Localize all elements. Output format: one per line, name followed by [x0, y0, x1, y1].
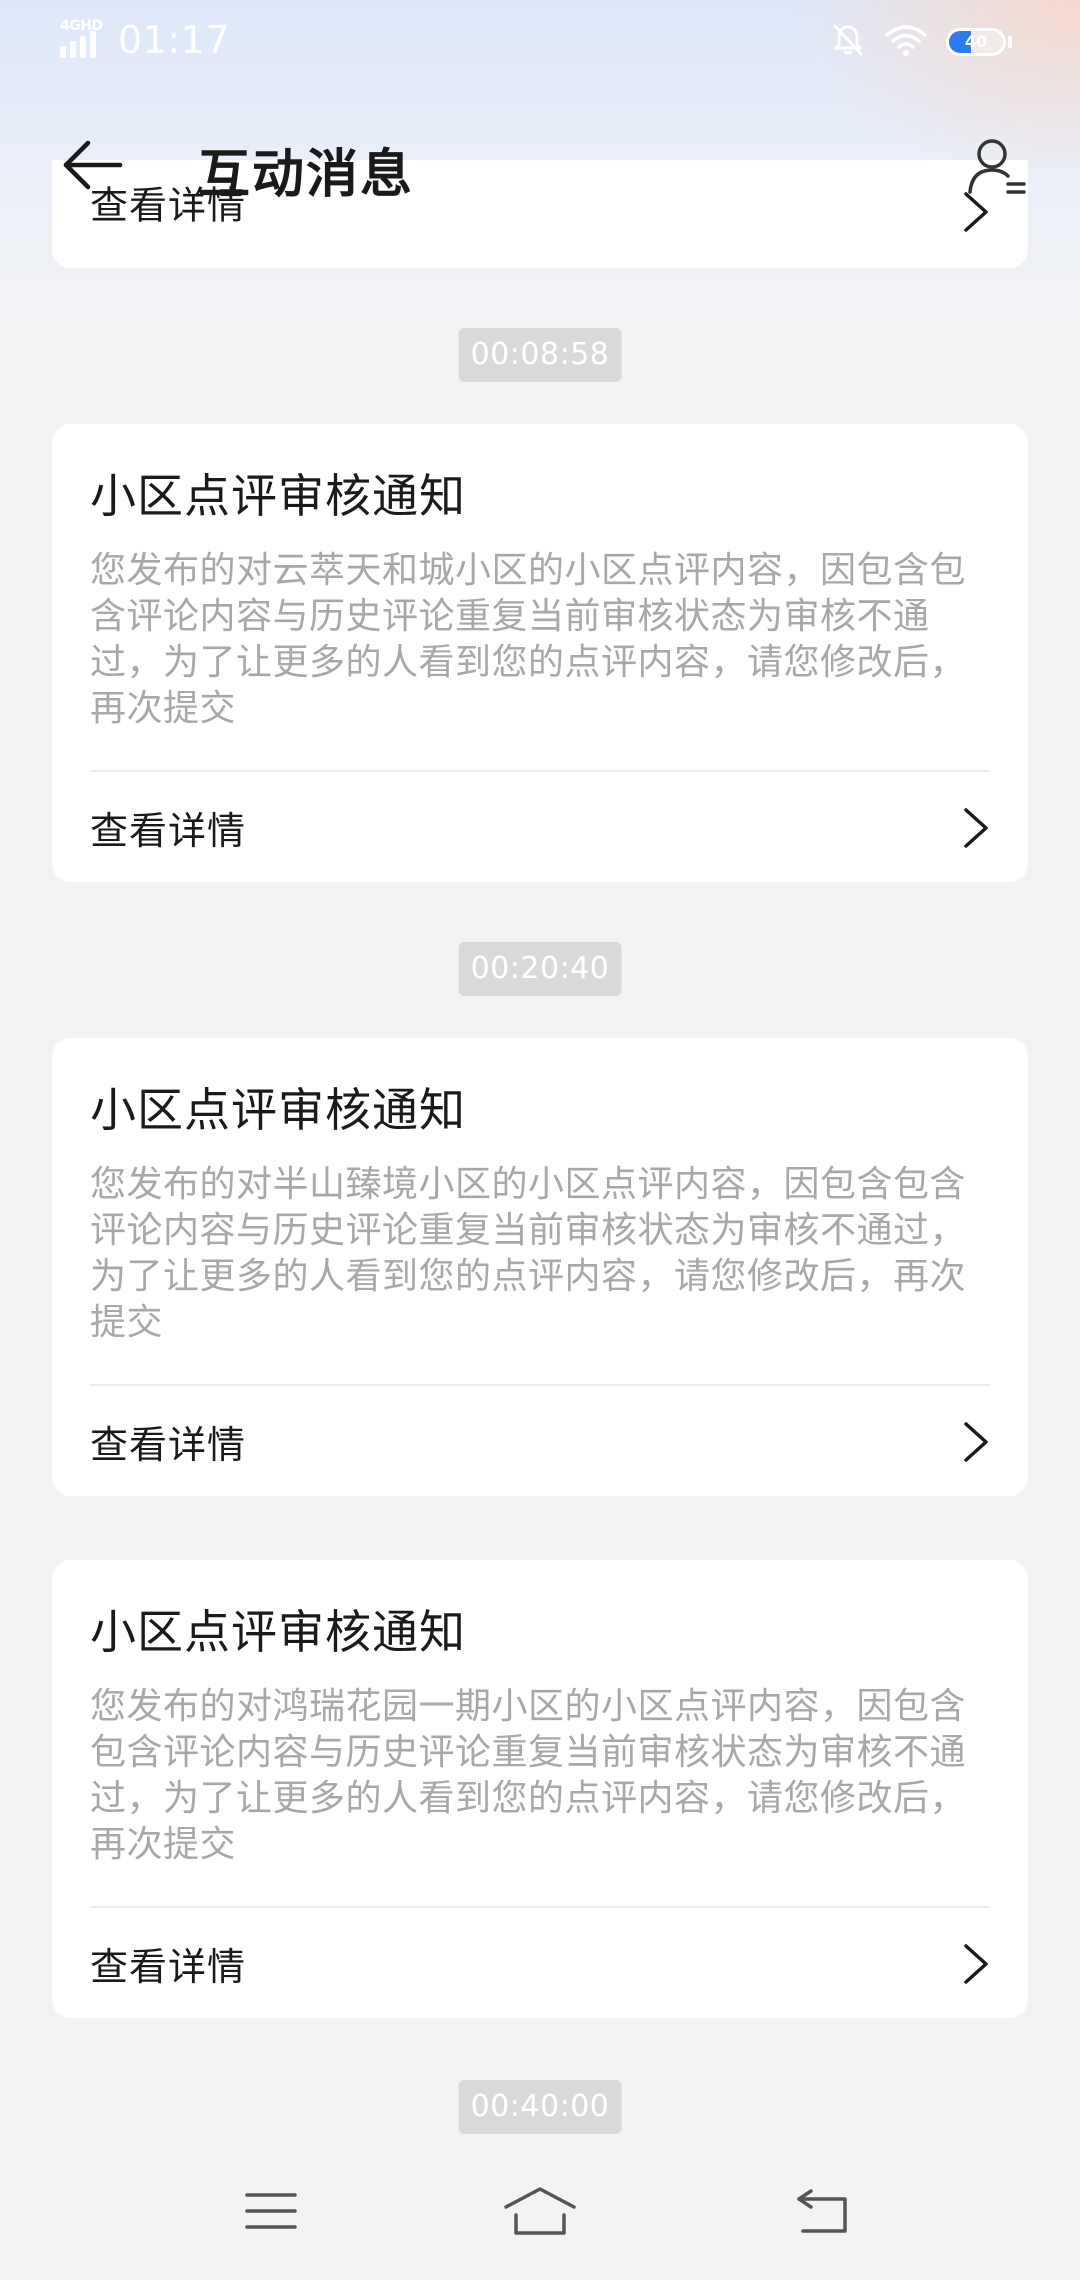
card-title: 小区点评审核通知 — [90, 1605, 466, 1659]
card-body: 您发布的对鸿瑞花园一期小区的小区点评内容，因包含包含评论内容与历史评论重复当前审… — [90, 1686, 967, 1865]
mute-bell-icon — [830, 22, 866, 62]
status-time: 01:17 — [118, 18, 231, 62]
page-title: 互动消息 — [198, 145, 415, 205]
view-details-label: 查看详情 — [90, 1423, 247, 1467]
profile-button[interactable] — [956, 126, 1036, 206]
view-details-button[interactable]: 查看详情 — [52, 1386, 1028, 1496]
system-nav-bar — [0, 2140, 1080, 2280]
home-icon — [504, 2187, 576, 2235]
battery-tip — [1008, 36, 1012, 48]
battery-icon: 40 — [946, 28, 1006, 56]
chevron-right-icon — [964, 808, 988, 848]
battery-level: 40 — [964, 32, 988, 51]
back-icon — [797, 2189, 847, 2233]
signal-icon: 4GHD — [60, 18, 108, 58]
wifi-icon — [884, 23, 928, 61]
system-back-button[interactable] — [768, 2176, 878, 2246]
status-bar: 4GHD 01:17 40 — [0, 0, 1080, 84]
back-button[interactable] — [52, 130, 132, 200]
view-details-label: 查看详情 — [90, 1945, 247, 1989]
message-card: 小区点评审核通知 您发布的对云萃天和城小区的小区点评内容，因包含包含评论内容与历… — [52, 424, 1028, 882]
timestamp-chip: 00:20:40 — [458, 942, 622, 996]
arrow-left-icon — [63, 140, 123, 190]
user-list-icon — [968, 139, 1026, 194]
card-body: 您发布的对半山臻境小区的小区点评内容，因包含包含评论内容与历史评论重复当前审核状… — [90, 1164, 967, 1343]
message-list[interactable]: 查看详情 00:08:58 小区点评审核通知 您发布的对云萃天和城小区的小区点评… — [0, 0, 1080, 2280]
view-details-button[interactable]: 查看详情 — [52, 772, 1028, 882]
menu-icon — [245, 2193, 297, 2229]
card-body: 您发布的对云萃天和城小区的小区点评内容，因包含包含评论内容与历史评论重复当前审核… — [90, 550, 967, 729]
message-card: 小区点评审核通知 您发布的对半山臻境小区的小区点评内容，因包含包含评论内容与历史… — [52, 1038, 1028, 1496]
chevron-right-icon — [964, 1422, 988, 1462]
timestamp-chip: 00:40:00 — [458, 2080, 622, 2134]
view-details-label: 查看详情 — [90, 809, 247, 853]
timestamp-chip: 00:08:58 — [458, 328, 622, 382]
message-card: 小区点评审核通知 您发布的对鸿瑞花园一期小区的小区点评内容，因包含包含评论内容与… — [52, 1560, 1028, 2018]
menu-button[interactable] — [216, 2176, 326, 2246]
chevron-right-icon — [964, 1944, 988, 1984]
card-title: 小区点评审核通知 — [90, 469, 466, 523]
view-details-button[interactable]: 查看详情 — [52, 1908, 1028, 2018]
app-header: 互动消息 — [0, 110, 1080, 222]
home-button[interactable] — [485, 2176, 595, 2246]
card-title: 小区点评审核通知 — [90, 1083, 466, 1137]
